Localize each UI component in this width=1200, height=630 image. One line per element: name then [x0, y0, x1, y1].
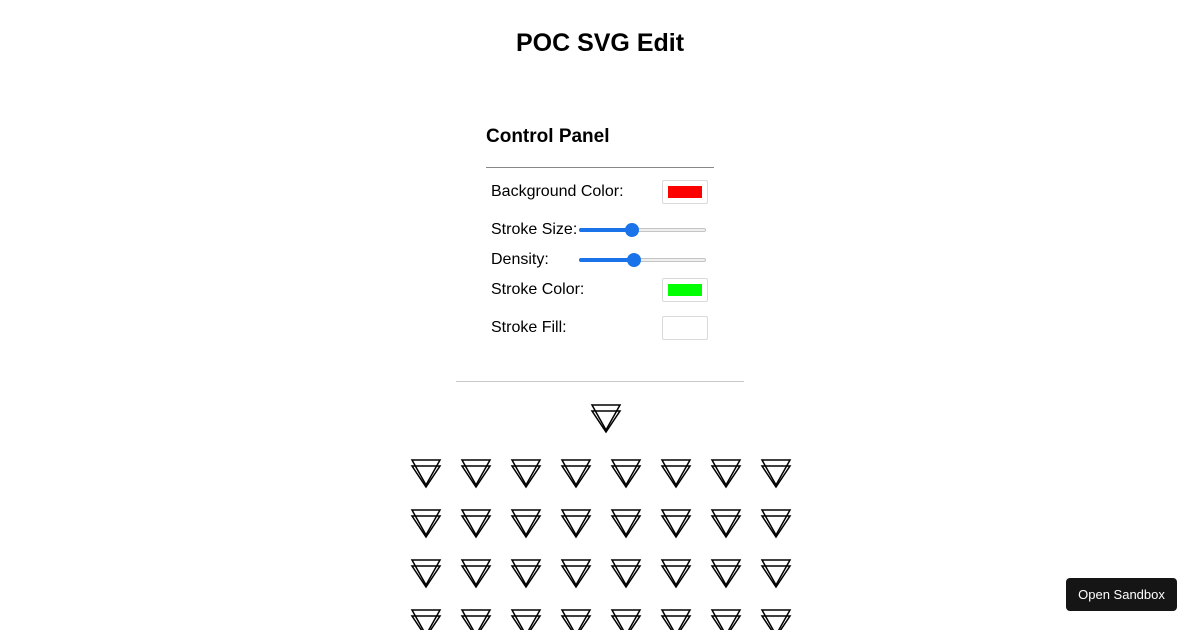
pattern-tile-icon: [710, 559, 742, 589]
pattern-tile-icon: [460, 509, 492, 539]
pattern-tile-icon: [510, 509, 542, 539]
pattern-tile-icon: [760, 509, 792, 539]
pattern-tile-icon: [560, 609, 592, 630]
open-sandbox-button[interactable]: Open Sandbox: [1066, 578, 1177, 611]
pattern-tile-icon: [560, 459, 592, 489]
pattern-tile-icon: [460, 459, 492, 489]
pattern-tile-icon: [510, 559, 542, 589]
pattern-tile-icon: [560, 559, 592, 589]
pattern-tile-icon: [560, 509, 592, 539]
pattern-tile-icon: [510, 459, 542, 489]
pattern-tile-icon: [760, 559, 792, 589]
pattern-tile-icon: [460, 559, 492, 589]
pattern-tile-icon: [410, 509, 442, 539]
pattern-tile-icon: [660, 509, 692, 539]
pattern-tile-icon: [710, 509, 742, 539]
pattern-preview: [410, 404, 792, 630]
pattern-tile-icon: [760, 459, 792, 489]
pattern-tile-icon: [610, 609, 642, 630]
page: POC SVG Edit Control Panel Background Co…: [0, 0, 1200, 630]
pattern-tile-icon: [710, 459, 742, 489]
pattern-tile-icon: [410, 559, 442, 589]
pattern-tile-icon: [410, 459, 442, 489]
pattern-tile-icon: [660, 559, 692, 589]
pattern-tile-icon: [410, 609, 442, 630]
pattern-tile-icon: [710, 609, 742, 630]
pattern-tile-icon: [610, 459, 642, 489]
pattern-tile-icon: [610, 509, 642, 539]
preview-shape-icon: [590, 404, 622, 434]
pattern-tile-icon: [510, 609, 542, 630]
pattern-tile-icon: [460, 609, 492, 630]
pattern-tile-icon: [610, 559, 642, 589]
pattern-tile-icon: [760, 609, 792, 630]
pattern-tile-icon: [660, 609, 692, 630]
pattern-tile-icon: [660, 459, 692, 489]
